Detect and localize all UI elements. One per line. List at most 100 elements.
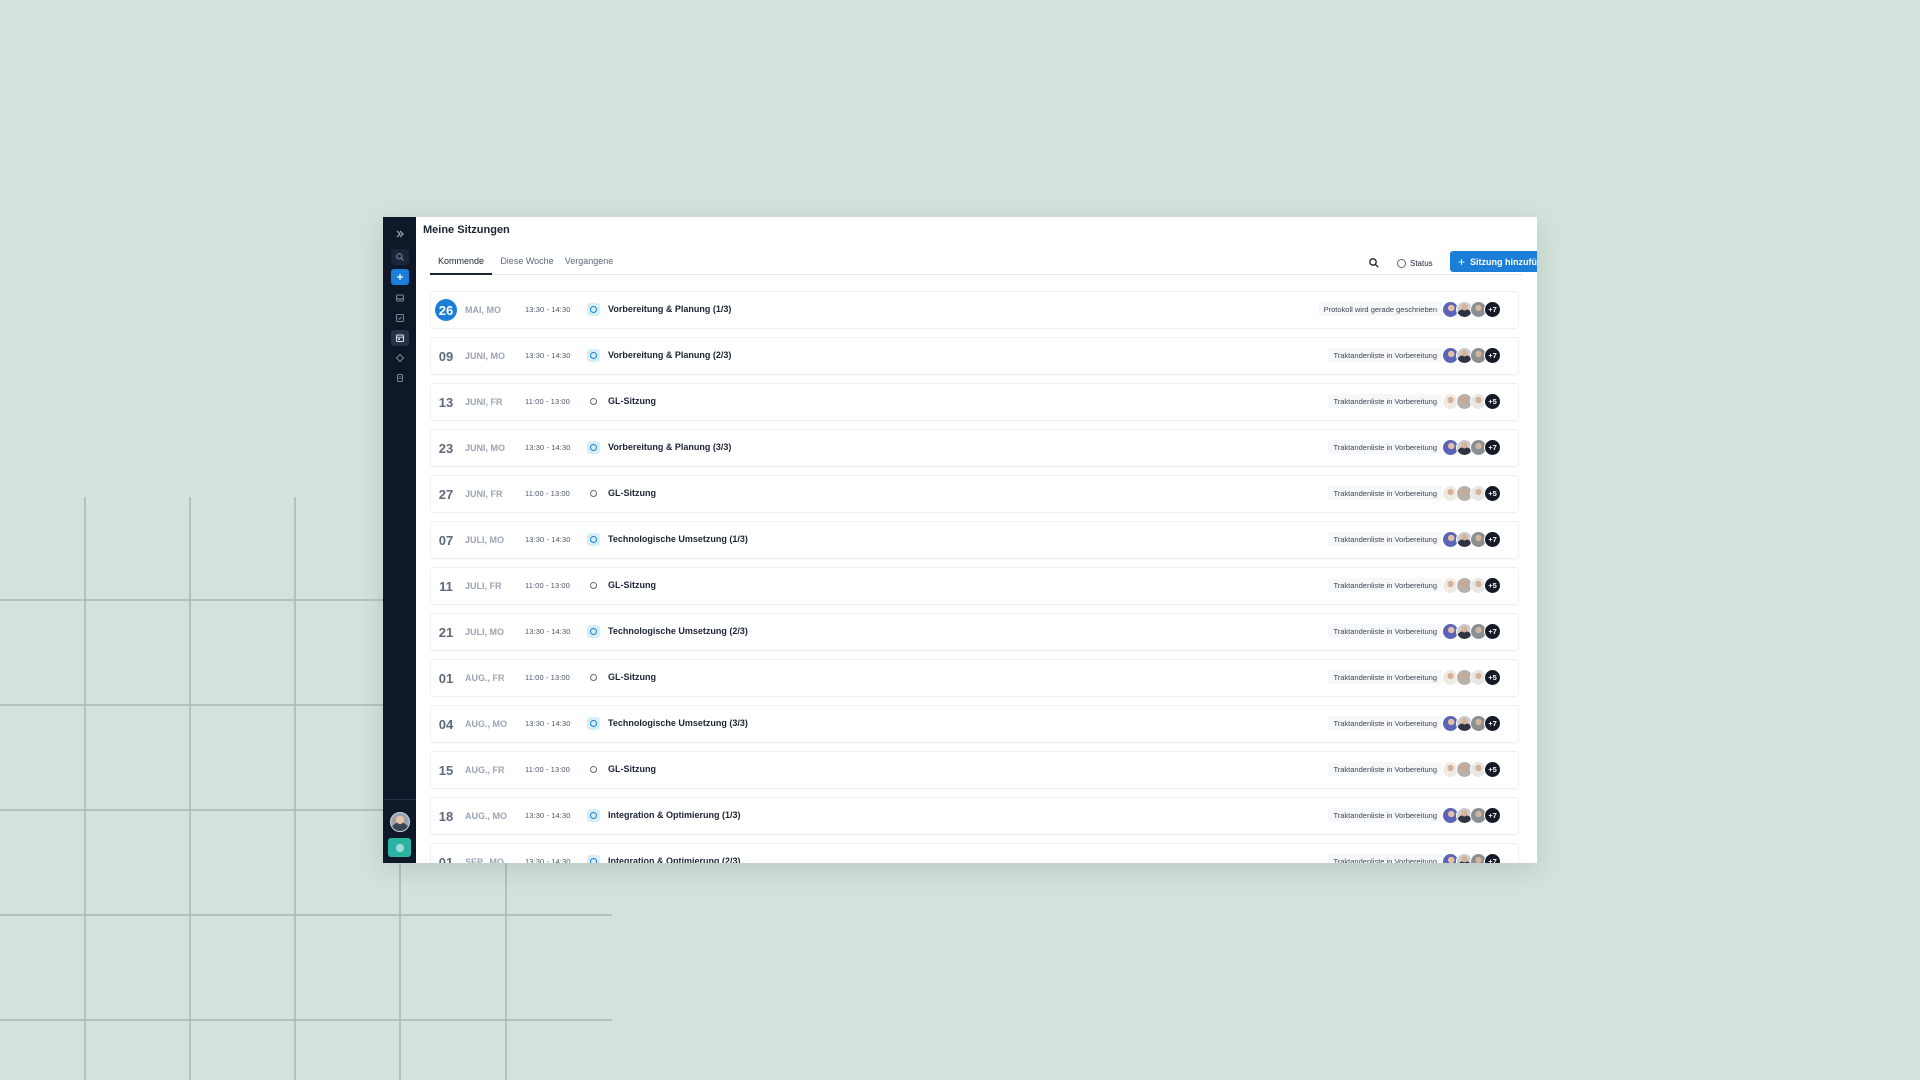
participants-avatars[interactable]: +7 <box>1442 623 1512 640</box>
meeting-day: 26 <box>435 299 457 321</box>
meeting-row[interactable]: 09 JUNI, MO 13:30 - 14:30 Vorbereitung & Pl… <box>430 337 1519 375</box>
participants-avatars[interactable]: +7 <box>1442 347 1512 364</box>
meeting-time: 11:00 - 13:00 <box>525 581 570 590</box>
meeting-month-weekday: JUNI, FR <box>465 397 503 407</box>
more-participants-badge: +7 <box>1484 853 1501 863</box>
meeting-title: Technologische Umsetzung (3/3) <box>608 718 748 728</box>
search-icon[interactable] <box>391 249 409 265</box>
tab-diese-woche[interactable]: Diese Woche <box>498 255 556 274</box>
meeting-day: 09 <box>438 348 454 364</box>
meeting-month-weekday: JULI, MO <box>465 535 505 545</box>
meeting-row[interactable]: 07 JULI, MO 13:30 - 14:30 Technologische Um… <box>430 521 1519 559</box>
meeting-title: GL-Sitzung <box>608 764 656 774</box>
meeting-type-icon <box>587 763 600 776</box>
meeting-type-icon <box>587 625 600 638</box>
meeting-status-badge: Traktandenliste in Vorbereitung <box>1328 624 1442 638</box>
meeting-time: 13:30 - 14:30 <box>525 857 571 863</box>
more-participants-badge: +5 <box>1484 669 1501 686</box>
meeting-status-badge: Traktandenliste in Vorbereitung <box>1328 348 1442 362</box>
participants-avatars[interactable]: +7 <box>1442 853 1512 863</box>
meeting-time: 13:30 - 14:30 <box>525 443 571 452</box>
meeting-row[interactable]: 15 AUG., FR 11:00 - 13:00 GL-Sitzung Traktan… <box>430 751 1519 789</box>
more-participants-badge: +7 <box>1484 531 1501 548</box>
meeting-title: GL-Sitzung <box>608 396 656 406</box>
participants-avatars[interactable]: +7 <box>1442 301 1512 318</box>
meeting-title: Technologische Umsetzung (2/3) <box>608 626 748 636</box>
cycle-icon[interactable] <box>391 350 409 366</box>
participants-avatars[interactable]: +5 <box>1442 761 1512 778</box>
meeting-row[interactable]: 01 AUG., FR 11:00 - 13:00 GL-Sitzung Traktan… <box>430 659 1519 697</box>
inbox-icon[interactable] <box>391 290 409 306</box>
tab-bar: Kommende Diese Woche Vergangene <box>430 255 1523 275</box>
meeting-title: GL-Sitzung <box>608 580 656 590</box>
checkbox-icon[interactable] <box>391 310 409 326</box>
meeting-status-badge: Traktandenliste in Vorbereitung <box>1328 670 1442 684</box>
meeting-type-icon <box>587 349 600 362</box>
meeting-type-icon <box>587 671 600 684</box>
meeting-title: GL-Sitzung <box>608 672 656 682</box>
help-icon[interactable] <box>388 838 411 857</box>
meeting-day: 07 <box>438 532 454 548</box>
participants-avatars[interactable]: +7 <box>1442 715 1512 732</box>
meeting-month-weekday: JUNI, MO <box>465 351 506 361</box>
meeting-month-weekday: JUNI, MO <box>465 443 506 453</box>
meeting-month-weekday: MAI, MO <box>465 305 501 315</box>
more-participants-badge: +5 <box>1484 577 1501 594</box>
meeting-time: 13:30 - 14:30 <box>525 535 571 544</box>
participants-avatars[interactable]: +5 <box>1442 393 1512 410</box>
tab-vergangene[interactable]: Vergangene <box>560 255 618 274</box>
add-meeting-button[interactable]: + Sitzung hinzufügen <box>1450 251 1537 272</box>
participants-avatars[interactable]: +7 <box>1442 531 1512 548</box>
more-participants-badge: +7 <box>1484 347 1501 364</box>
meeting-status-badge: Traktandenliste in Vorbereitung <box>1328 578 1442 592</box>
meeting-row[interactable]: 26 MAI, MO 13:30 - 14:30 Vorbereitung & Pla… <box>430 291 1519 329</box>
meeting-month-weekday: JULI, MO <box>465 627 505 637</box>
meeting-row[interactable]: 21 JULI, MO 13:30 - 14:30 Technologische Um… <box>430 613 1519 651</box>
participants-avatars[interactable]: +5 <box>1442 577 1512 594</box>
meeting-row[interactable]: 13 JUNI, FR 11:00 - 13:00 GL-Sitzung Traktan… <box>430 383 1519 421</box>
meeting-day: 01 <box>438 854 454 864</box>
meeting-row[interactable]: 04 AUG., MO 13:30 - 14:30 Technologische Um… <box>430 705 1519 743</box>
meeting-month-weekday: JULI, FR <box>465 581 502 591</box>
meeting-day: 15 <box>438 762 454 778</box>
participants-avatars[interactable]: +5 <box>1442 485 1512 502</box>
meeting-title: Vorbereitung & Planung (3/3) <box>608 442 732 452</box>
meeting-status-badge: Traktandenliste in Vorbereitung <box>1328 762 1442 776</box>
document-icon[interactable] <box>391 370 409 386</box>
meeting-row[interactable]: 18 AUG., MO 13:30 - 14:30 Integration & Opt… <box>430 797 1519 835</box>
meeting-type-icon <box>587 533 600 546</box>
meeting-type-icon <box>587 487 600 500</box>
expand-icon[interactable] <box>391 226 409 242</box>
meeting-status-badge: Protokoll wird gerade geschrieben <box>1318 302 1442 316</box>
participants-avatars[interactable]: +5 <box>1442 669 1512 686</box>
more-participants-badge: +7 <box>1484 301 1501 318</box>
meeting-time: 11:00 - 13:00 <box>525 489 570 498</box>
meeting-type-icon <box>587 395 600 408</box>
meeting-day: 11 <box>439 578 453 594</box>
meeting-row[interactable]: 23 JUNI, MO 13:30 - 14:30 Vorbereitung & Pl… <box>430 429 1519 467</box>
more-participants-badge: +7 <box>1484 715 1501 732</box>
meeting-row[interactable]: 01 SEP., MO 13:30 - 14:30 Integration & Opt… <box>430 843 1519 863</box>
participants-avatars[interactable]: +7 <box>1442 807 1512 824</box>
tab-kommende[interactable]: Kommende <box>430 255 492 275</box>
meeting-month-weekday: AUG., FR <box>465 765 505 775</box>
meeting-row[interactable]: 27 JUNI, FR 11:00 - 13:00 GL-Sitzung Traktan… <box>430 475 1519 513</box>
sidebar <box>383 217 416 863</box>
plus-icon[interactable] <box>391 269 409 285</box>
add-meeting-label: Sitzung hinzufügen <box>1470 256 1537 267</box>
participants-avatars[interactable]: +7 <box>1442 439 1512 456</box>
meeting-day: 23 <box>438 440 454 456</box>
search-icon[interactable] <box>1368 257 1380 269</box>
meeting-row[interactable]: 11 JULI, FR 11:00 - 13:00 GL-Sitzung Traktan… <box>430 567 1519 605</box>
meeting-status-badge: Traktandenliste in Vorbereitung <box>1328 394 1442 408</box>
status-filter-button[interactable]: Status <box>1397 257 1433 269</box>
meeting-month-weekday: JUNI, FR <box>465 489 503 499</box>
meeting-title: Vorbereitung & Planung (1/3) <box>608 304 732 314</box>
user-avatar[interactable] <box>390 812 410 832</box>
calendar-icon[interactable] <box>391 330 409 346</box>
meeting-day: 21 <box>438 624 454 640</box>
meeting-time: 13:30 - 14:30 <box>525 351 571 360</box>
meeting-time: 11:00 - 13:00 <box>525 673 570 682</box>
meeting-title: Integration & Optimierung (2/3) <box>608 856 741 863</box>
meeting-month-weekday: AUG., MO <box>465 811 507 821</box>
